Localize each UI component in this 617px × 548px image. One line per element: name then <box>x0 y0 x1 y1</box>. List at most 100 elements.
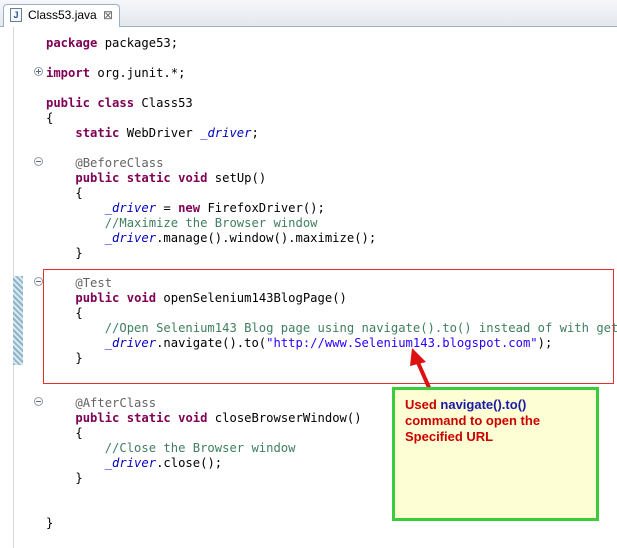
tab-class53-java[interactable]: J Class53.java ⊠ <box>3 4 120 27</box>
code-token: void <box>126 291 157 305</box>
code-token: void <box>178 171 208 185</box>
tab-filename: Class53.java <box>28 8 97 22</box>
overview-ruler <box>0 27 14 548</box>
code-line: { <box>46 306 83 321</box>
code-line: } <box>46 471 83 486</box>
code-token: _driver <box>200 126 252 140</box>
code-token: public <box>46 96 91 110</box>
code-token: Class53 <box>134 96 193 110</box>
collapse-test-icon[interactable] <box>34 277 43 286</box>
code-line: { <box>46 186 83 201</box>
code-token: static <box>126 171 171 185</box>
collapse-setup-icon[interactable] <box>34 157 43 166</box>
code-token: _driver <box>104 231 157 245</box>
code-token: public <box>75 411 120 425</box>
code-token: = <box>156 201 179 215</box>
callout-prefix: Used <box>405 397 441 412</box>
code-token: } <box>46 351 83 365</box>
code-token: { <box>46 306 83 320</box>
code-line: //Maximize the Browser window <box>46 216 318 231</box>
code-token: import <box>46 66 91 80</box>
code-line: static WebDriver _driver; <box>46 126 259 141</box>
code-token: _driver <box>104 456 157 470</box>
code-token: closeBrowserWindow() <box>207 411 362 425</box>
code-token: //Close the Browser window <box>104 441 296 455</box>
code-token: { <box>46 186 83 200</box>
code-line: _driver = new FirefoxDriver(); <box>46 201 325 216</box>
code-token: //Open Selenium143 Blog page using navig… <box>104 321 617 335</box>
code-token: @Test <box>75 276 113 290</box>
code-token: static <box>75 126 120 140</box>
code-token: //Maximize the Browser window <box>104 216 318 230</box>
editor-tab-bar: J Class53.java ⊠ <box>0 0 617 27</box>
code-token: openSelenium143BlogPage() <box>156 291 347 305</box>
code-line: } <box>46 351 83 366</box>
code-token: class <box>97 96 135 110</box>
code-token: package <box>46 36 98 50</box>
code-token: .manage().window().maximize(); <box>156 231 377 245</box>
callout-rest: command to open the Specified URL <box>405 413 541 444</box>
java-file-icon: J <box>10 8 22 22</box>
callout-box: Used navigate().to() command to open the… <box>392 387 599 521</box>
expand-imports-icon[interactable] <box>34 67 43 76</box>
code-line: { <box>46 426 82 441</box>
code-token: static <box>126 411 171 425</box>
code-token: public <box>75 171 120 185</box>
code-token: WebDriver <box>119 126 201 140</box>
code-token: void <box>178 411 208 425</box>
code-token: } <box>46 471 83 485</box>
code-line: } <box>46 516 53 531</box>
code-line: _driver.navigate().to("http://www.Seleni… <box>46 336 553 351</box>
callout-command: navigate().to() <box>440 397 527 412</box>
change-marker <box>13 276 23 365</box>
code-token: .navigate().to( <box>156 336 267 350</box>
code-token: package53; <box>97 36 179 50</box>
code-token: _driver <box>104 336 157 350</box>
code-line: _driver.manage().window().maximize(); <box>46 231 377 246</box>
code-line: public void openSelenium143BlogPage() <box>46 291 347 306</box>
collapse-afterclass-icon[interactable] <box>34 397 43 406</box>
code-line: _driver.close(); <box>46 456 222 471</box>
code-line: package package53; <box>46 36 178 51</box>
code-line: public static void closeBrowserWindow() <box>46 411 362 426</box>
code-token: _driver <box>104 201 157 215</box>
code-token: .close(); <box>156 456 223 470</box>
code-line: //Open Selenium143 Blog page using navig… <box>46 321 617 336</box>
code-line: { <box>46 111 53 126</box>
code-token: } <box>46 516 54 530</box>
code-token: ); <box>537 336 553 350</box>
code-token: public <box>75 291 120 305</box>
code-line: } <box>46 246 83 261</box>
code-token: @AfterClass <box>75 396 157 410</box>
code-token: setUp() <box>207 171 267 185</box>
close-tab-icon[interactable]: ⊠ <box>103 8 113 22</box>
code-token: ; <box>251 126 259 140</box>
code-line: public class Class53 <box>46 96 193 111</box>
code-line: @AfterClass <box>46 396 156 411</box>
code-line: public static void setUp() <box>46 171 266 186</box>
code-token: } <box>46 246 83 260</box>
code-token: FirefoxDriver(); <box>200 201 325 215</box>
code-token: new <box>178 201 201 215</box>
code-token: org.junit.*; <box>90 66 186 80</box>
code-line: import org.junit.*; <box>46 66 185 81</box>
